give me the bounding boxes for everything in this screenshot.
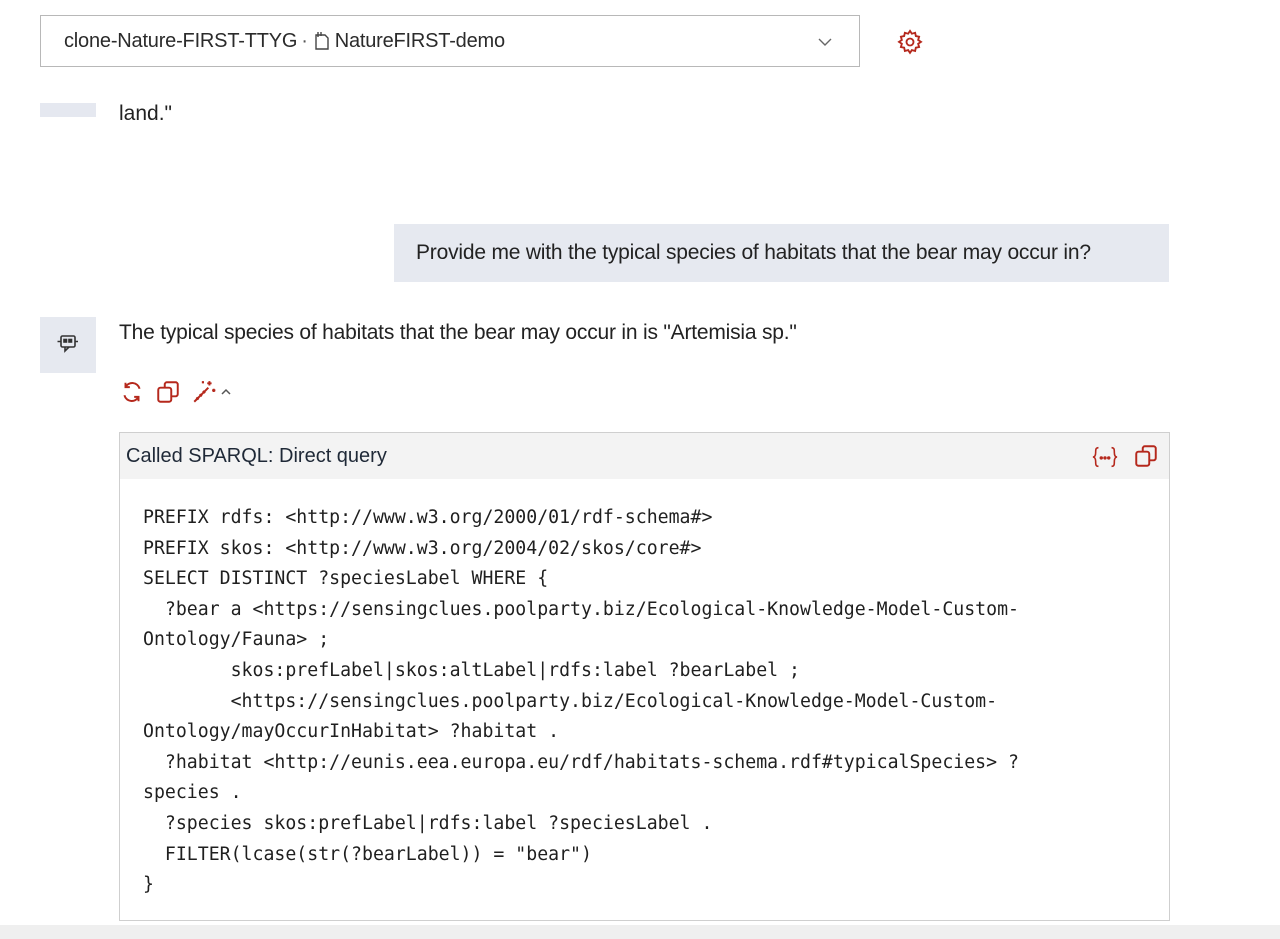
separator: · bbox=[301, 29, 308, 52]
message-actions bbox=[119, 379, 233, 405]
bot-avatar bbox=[40, 317, 96, 373]
user-message-text: Provide me with the typical species of h… bbox=[416, 241, 1091, 264]
user-message: Provide me with the typical species of h… bbox=[394, 224, 1169, 282]
bot-message-text: The typical species of habitats that the… bbox=[119, 321, 797, 344]
copy-icon[interactable] bbox=[155, 379, 181, 405]
chevron-down-icon[interactable] bbox=[817, 33, 833, 49]
previous-avatar bbox=[40, 103, 96, 117]
tool-call-header[interactable]: Called SPARQL: Direct query bbox=[120, 433, 1169, 479]
tool-call-title: Called SPARQL: Direct query bbox=[126, 444, 387, 467]
previous-message-text: land." bbox=[119, 102, 172, 125]
chat-bot-icon bbox=[54, 329, 82, 362]
copy-code-icon[interactable] bbox=[1133, 443, 1161, 471]
gear-icon[interactable] bbox=[896, 28, 924, 56]
magic-wand-icon[interactable] bbox=[191, 379, 217, 405]
code-braces-icon[interactable] bbox=[1091, 443, 1119, 471]
tool-call-card: Called SPARQL: Direct query PREFIX rdfs:… bbox=[119, 432, 1170, 921]
agent-name: clone-Nature-FIRST-TTYG bbox=[64, 29, 298, 52]
chevron-up-icon[interactable] bbox=[219, 385, 233, 399]
repository-name: NatureFIRST-demo bbox=[334, 29, 505, 52]
regenerate-icon[interactable] bbox=[119, 379, 145, 405]
bottom-bar bbox=[0, 925, 1280, 939]
repository-icon bbox=[312, 30, 332, 52]
sparql-query-code: PREFIX rdfs: <http://www.w3.org/2000/01/… bbox=[143, 507, 1019, 896]
repository-selector[interactable]: clone-Nature-FIRST-TTYG · NatureFIRST-de… bbox=[40, 15, 860, 67]
